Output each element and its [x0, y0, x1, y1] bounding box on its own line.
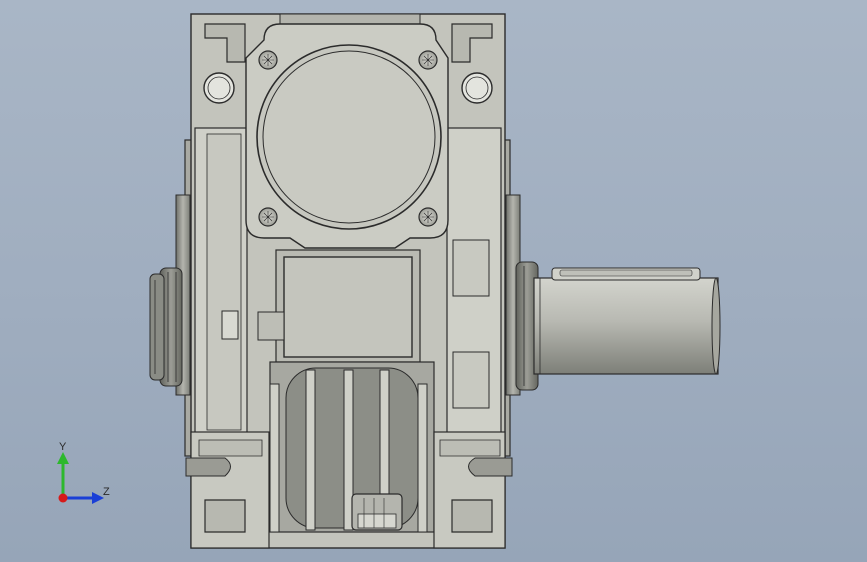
gearbox-model[interactable]: [0, 0, 867, 562]
triad-z-label: Z: [103, 486, 110, 498]
gearbox-housing: [185, 13, 513, 549]
output-shaft[interactable]: [533, 267, 721, 375]
coordinate-triad[interactable]: Y Z: [48, 438, 118, 510]
drain-plug[interactable]: [351, 493, 403, 531]
graphics-viewport[interactable]: Y Z: [0, 0, 867, 562]
triad-y-label: Y: [59, 441, 67, 453]
